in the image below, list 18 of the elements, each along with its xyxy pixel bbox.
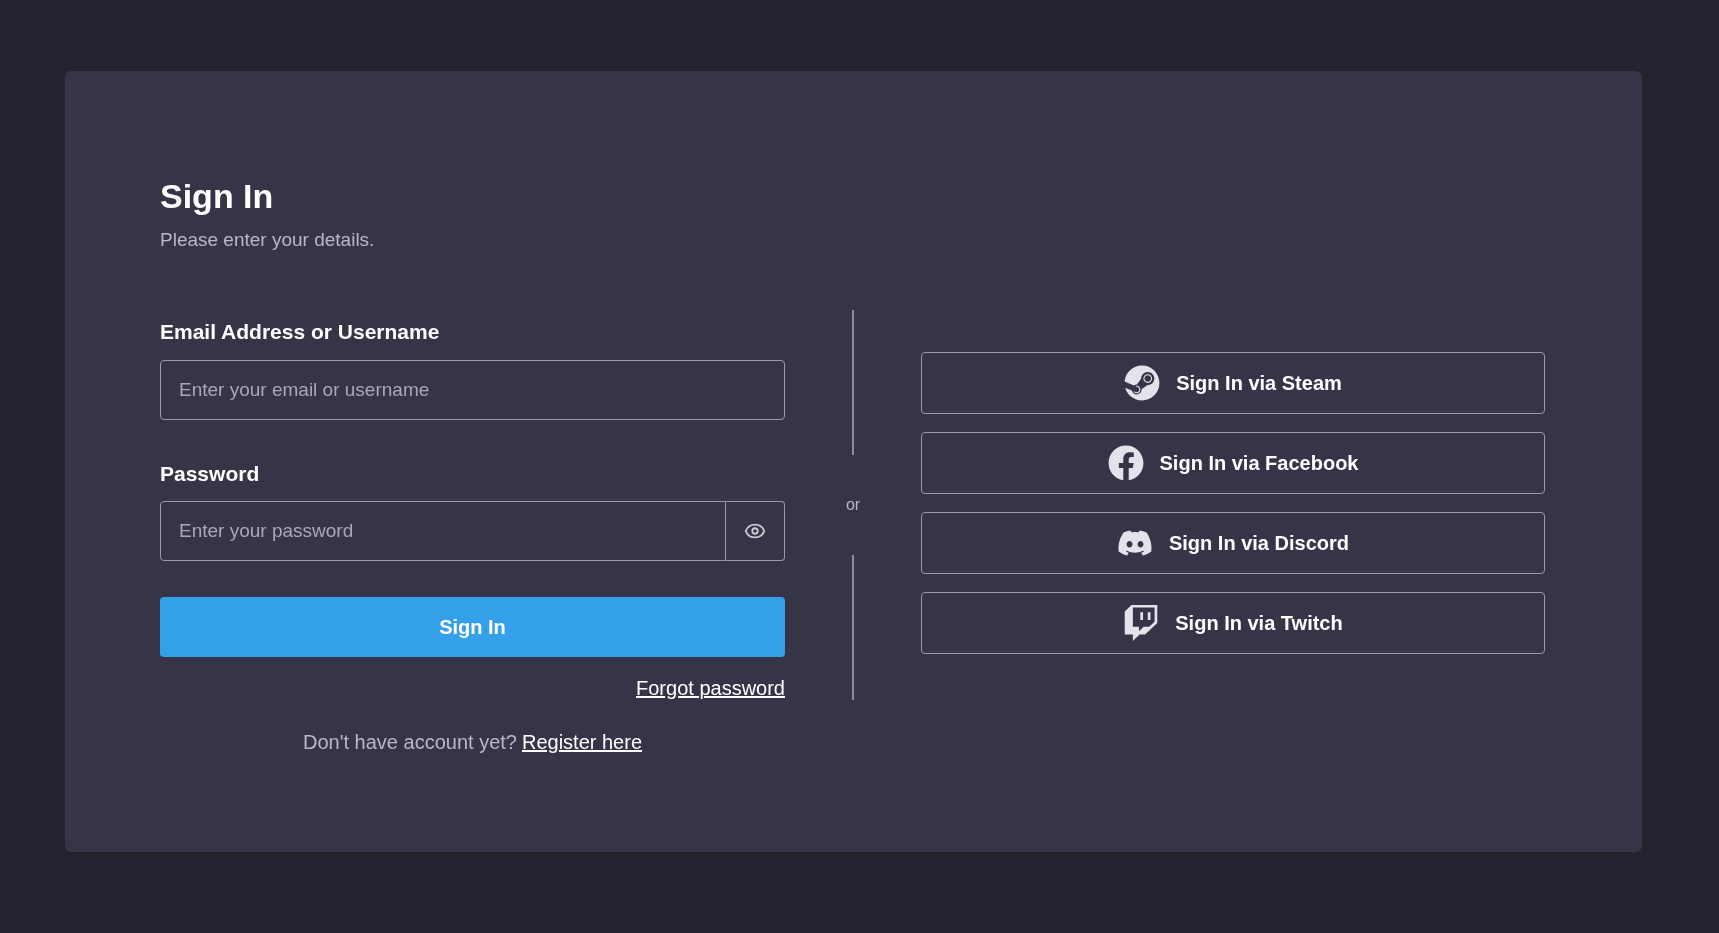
input-field[interactable]: Enter your password <box>160 501 726 561</box>
or-separator: or <box>845 495 861 515</box>
input-field[interactable]: Enter your email or username <box>160 359 785 420</box>
social-sign-in-button[interactable]: Sign In via Facebook <box>921 432 1545 494</box>
twitch-logo-icon <box>1123 605 1160 641</box>
facebook-logo-icon <box>1107 445 1144 481</box>
social-sign-in-button[interactable]: Sign In via Twitch <box>921 592 1545 654</box>
social-sign-in-button[interactable]: Sign In via Discord <box>921 512 1545 574</box>
show-password-button[interactable] <box>726 501 785 561</box>
subtitle: Please enter your details. <box>160 227 376 252</box>
social-sign-in-button[interactable]: Sign In via Steam <box>921 352 1545 414</box>
register-prompt: Don't have account yet? <box>303 730 517 755</box>
field-label: Email Address or Username <box>160 319 441 345</box>
page-title: Sign In <box>160 176 275 217</box>
forgot-password-link[interactable]: Forgot password <box>636 673 785 703</box>
steam-logo-icon <box>1124 365 1161 401</box>
register-link[interactable]: Register here <box>521 727 642 757</box>
field-label: Password <box>160 460 261 487</box>
